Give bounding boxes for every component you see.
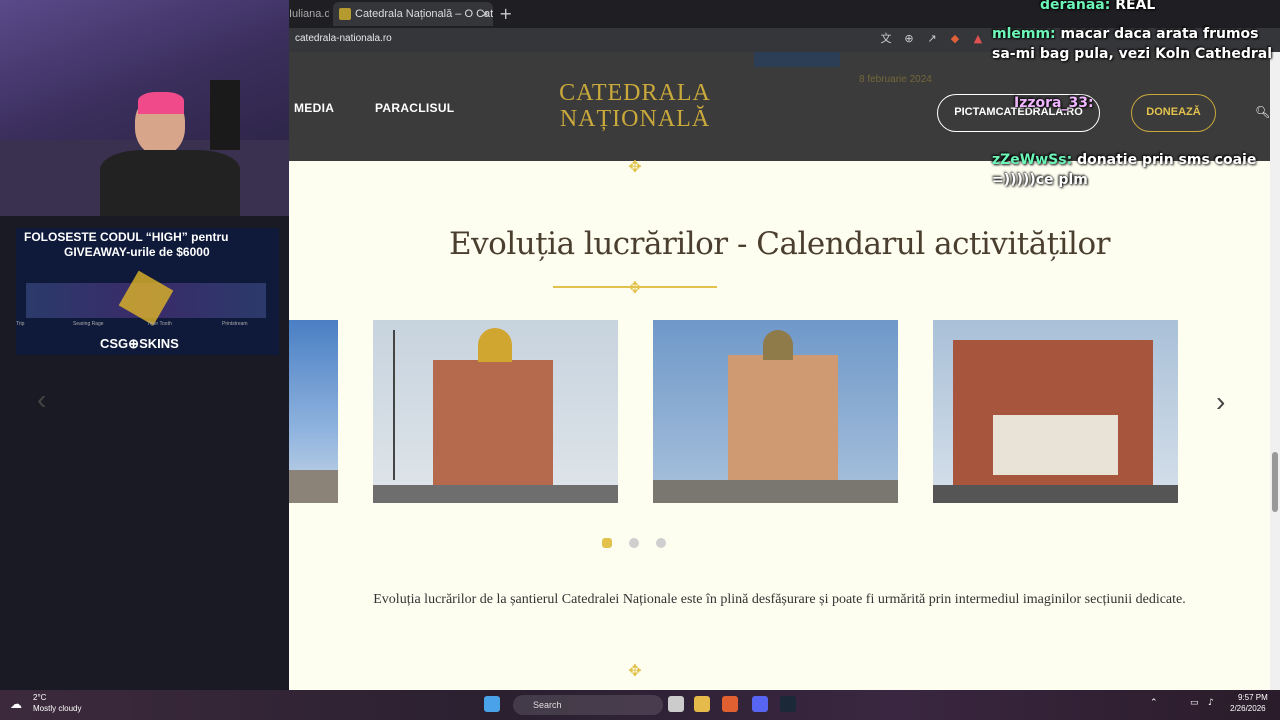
weather-description[interactable]: Mostly cloudy — [33, 704, 81, 713]
header-post-thumbnail[interactable] — [754, 52, 840, 67]
chat-username: Izzora_33: — [1014, 95, 1094, 111]
tab-previous[interactable]: Iuliana.d — [289, 2, 329, 26]
share-icon[interactable]: ↗ — [925, 32, 939, 46]
rewards-icon[interactable]: ▲ — [971, 32, 985, 46]
shield-icon[interactable]: ◆ — [948, 32, 962, 46]
windows-taskbar: ☁ 2°C Mostly cloudy Search ⌃ ▭ ♪ 9:57 PM… — [0, 690, 1280, 720]
brave-browser-icon[interactable] — [722, 696, 738, 712]
skin-label: Trip — [16, 321, 25, 327]
start-menu-icon[interactable] — [484, 696, 500, 712]
carousel-pagination — [602, 538, 666, 548]
new-tab-icon[interactable]: + — [499, 2, 512, 26]
nav-media[interactable]: MEDIA — [294, 101, 334, 115]
clock-time[interactable]: 9:57 PM — [1238, 693, 1268, 702]
gallery-slide[interactable] — [933, 320, 1178, 503]
zoom-icon[interactable]: ⊕ — [902, 32, 916, 46]
carousel-dot[interactable] — [629, 538, 639, 548]
chat-text: REAL — [1115, 0, 1156, 13]
nav-paraclisul[interactable]: PARACLISUL — [375, 101, 454, 115]
tray-chevron-icon[interactable]: ⌃ — [1150, 698, 1158, 708]
file-explorer-icon[interactable] — [694, 696, 710, 712]
weather-icon[interactable]: ☁ — [10, 697, 22, 711]
url-text[interactable]: catedrala-nationala.ro — [295, 33, 392, 44]
stream-chat-overlay: deranaa: REAL mlemm: macar daca arata fr… — [990, 0, 1280, 200]
chat-username: deranaa: — [1040, 0, 1111, 13]
close-icon[interactable]: × — [481, 2, 489, 26]
ad-line-2: GIVEAWAY-urile de $6000 — [64, 245, 210, 259]
ad-line-1: FOLOSESTE CODUL “HIGH” pentru — [24, 230, 229, 244]
carousel-dot[interactable] — [656, 538, 666, 548]
carousel-prev-icon[interactable]: ‹ — [37, 384, 46, 416]
tab-active[interactable]: Catedrala Națională – O Catedra × — [333, 2, 493, 26]
cross-ornament-icon: ✥ — [628, 661, 642, 680]
gallery-slide[interactable] — [373, 320, 618, 503]
skin-label: Printstream — [222, 321, 248, 327]
scrollbar-thumb[interactable] — [1272, 452, 1278, 512]
logo-line-2: NAȚIONALĂ — [559, 106, 711, 132]
logo-line-1: CATEDRALA — [559, 80, 711, 106]
chat-message: deranaa: REAL — [1040, 0, 1280, 15]
skin-label: Tiger Tooth — [147, 321, 172, 327]
gallery-slide[interactable] — [653, 320, 898, 503]
discord-icon[interactable] — [752, 696, 768, 712]
favicon-icon — [339, 8, 351, 20]
gallery-slide[interactable] — [289, 320, 338, 503]
carousel-dot[interactable] — [602, 538, 612, 548]
cross-ornament-icon: ✥ — [628, 157, 642, 176]
chat-message: Izzora_33: — [1014, 93, 1280, 113]
tab-title: Catedrala Națională – O Catedra — [355, 8, 493, 20]
translate-icon[interactable]: 文 — [879, 32, 893, 46]
cross-ornament-icon: ✥ — [628, 278, 642, 297]
section-description: Evoluția lucrărilor de la șantierul Cate… — [373, 592, 1186, 607]
chat-message: mlemm: macar daca arata frumos sa-mi bag… — [992, 24, 1272, 64]
chat-username: zZeWwSs: — [992, 152, 1073, 168]
task-view-icon[interactable] — [668, 696, 684, 712]
sponsor-ad-banner: FOLOSESTE CODUL “HIGH” pentru GIVEAWAY-u… — [16, 228, 279, 355]
section-title: Evoluția lucrărilor - Calendarul activit… — [449, 226, 1110, 262]
taskbar-search[interactable]: Search — [513, 695, 663, 715]
skin-label: Searing Rage — [73, 321, 104, 327]
steam-icon[interactable] — [780, 696, 796, 712]
clock-date[interactable]: 2/26/2026 — [1230, 704, 1266, 713]
volume-icon[interactable]: ♪ — [1208, 698, 1214, 708]
webcam-overlay — [0, 0, 289, 216]
carousel-next-icon[interactable]: › — [1216, 386, 1225, 418]
chat-username: mlemm: — [992, 26, 1056, 42]
header-post-date: 8 februarie 2024 — [859, 74, 932, 85]
chat-message: zZeWwSs: donatie prin sms coaie =)))))ce… — [992, 150, 1272, 190]
network-icon[interactable]: ▭ — [1190, 698, 1199, 708]
ad-brand-logo: CSG⊕SKINS — [100, 336, 179, 351]
site-logo[interactable]: CATEDRALA NAȚIONALĂ — [545, 80, 725, 132]
weather-temperature[interactable]: 2°C — [33, 693, 46, 702]
